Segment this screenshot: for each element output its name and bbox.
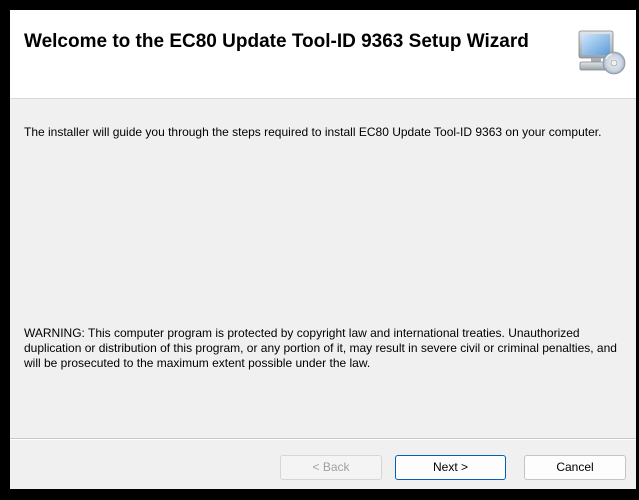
computer-cd-icon <box>578 30 626 75</box>
setup-wizard-window: Welcome to the EC80 Update Tool-ID 9363 … <box>10 10 636 489</box>
wizard-content: The installer will guide you through the… <box>10 99 636 438</box>
copyright-warning-text: WARNING: This computer program is protec… <box>24 326 617 370</box>
wizard-title: Welcome to the EC80 Update Tool-ID 9363 … <box>24 31 529 52</box>
cancel-button[interactable]: Cancel <box>524 455 626 480</box>
footer-divider <box>10 438 636 440</box>
next-button[interactable]: Next > <box>395 455 506 480</box>
wizard-header-banner: Welcome to the EC80 Update Tool-ID 9363 … <box>10 10 636 99</box>
intro-text: The installer will guide you through the… <box>24 125 602 139</box>
back-button[interactable]: < Back <box>280 455 382 480</box>
